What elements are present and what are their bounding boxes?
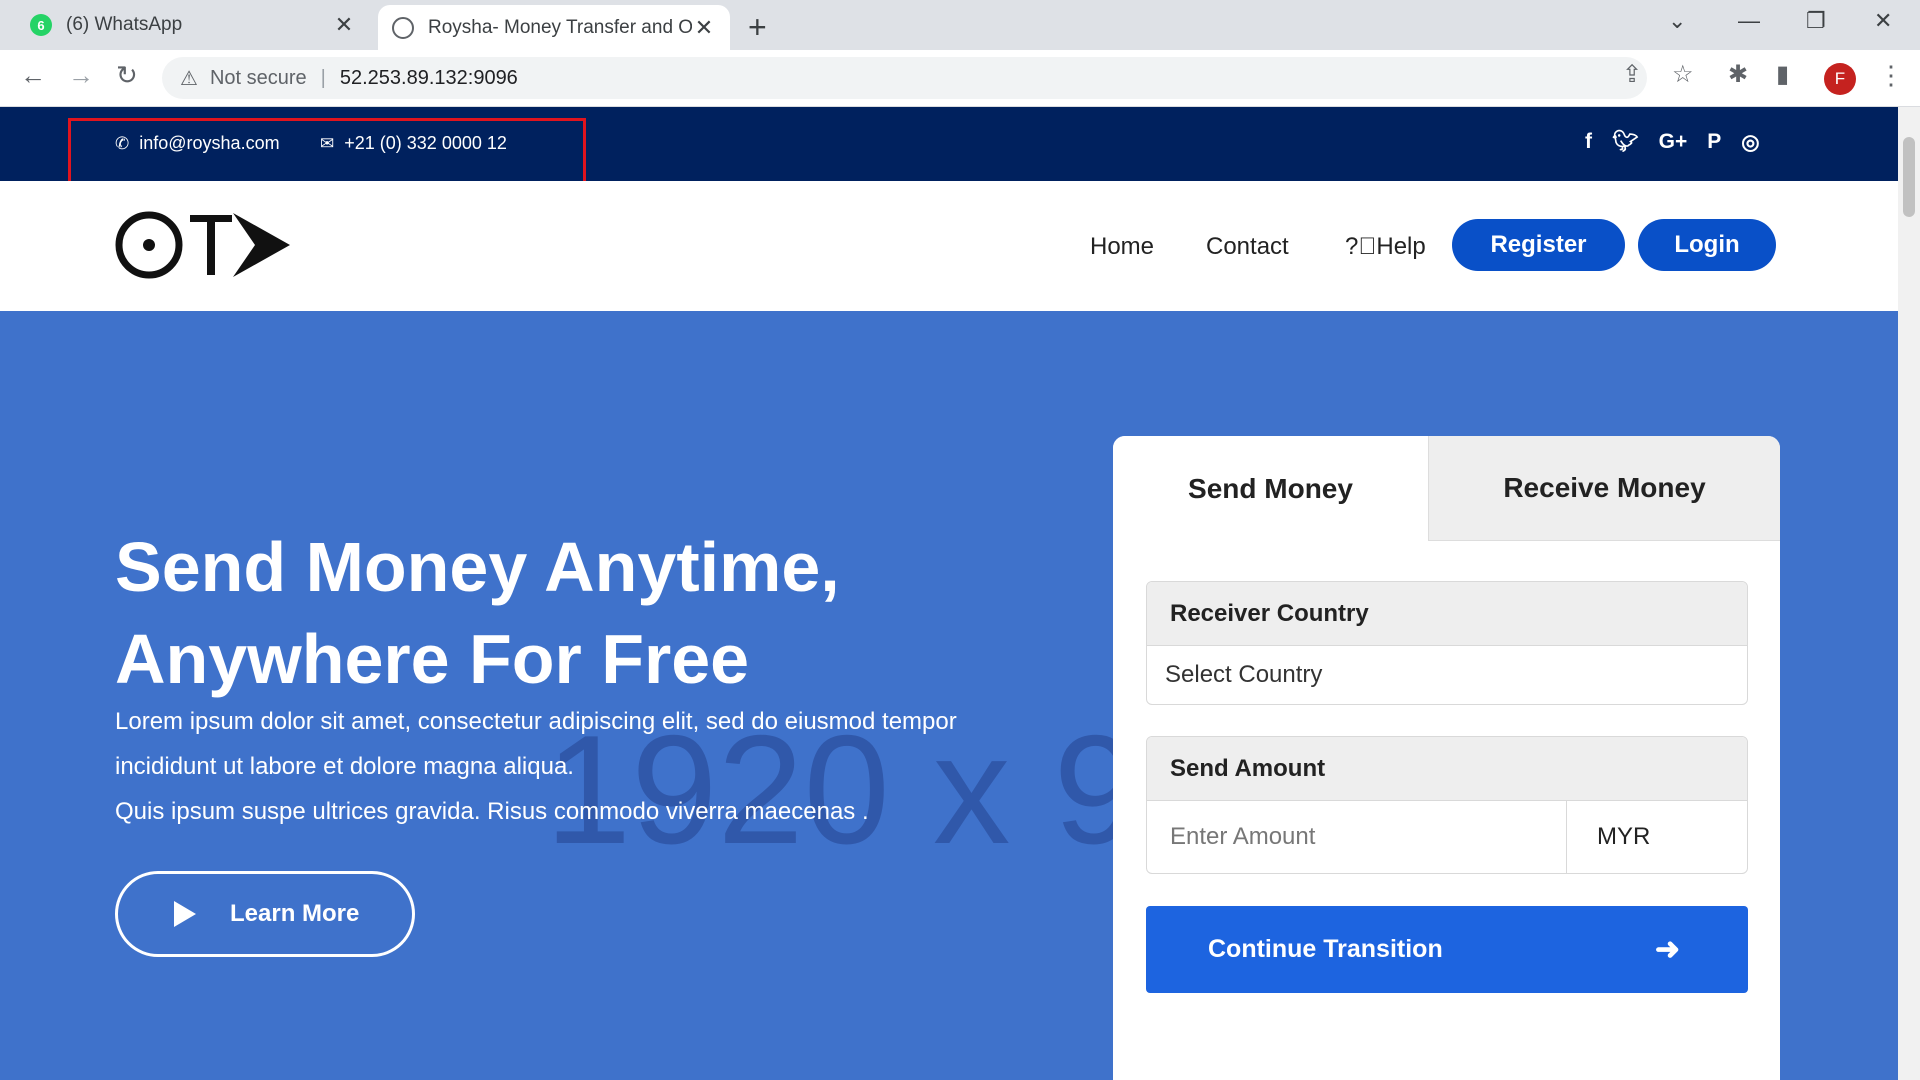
browser-tabbar: 6 (6) WhatsApp ✕ Roysha- Money Transfer … xyxy=(0,0,1920,50)
send-amount-field: Send Amount Enter Amount MYR xyxy=(1146,736,1748,874)
tab-receive-money[interactable]: Receive Money xyxy=(1428,436,1780,541)
login-button[interactable]: Login xyxy=(1638,219,1776,271)
tab-whatsapp[interactable]: 6 (6) WhatsApp ✕ xyxy=(10,0,370,50)
globe-icon xyxy=(392,16,414,39)
twitter-icon[interactable]: 🐦︎ xyxy=(1612,130,1639,155)
hero-text-line: incididunt ut labore et dolore magna ali… xyxy=(115,753,574,780)
send-amount-label: Send Amount xyxy=(1147,737,1747,801)
tab-roysha[interactable]: Roysha- Money Transfer and Onl ✕ xyxy=(378,5,730,50)
google-plus-icon[interactable]: G+ xyxy=(1659,130,1688,155)
social-links: f 🐦︎ G+ P ◎ xyxy=(1585,130,1760,155)
currency-select[interactable]: MYR xyxy=(1567,823,1747,851)
reload-icon[interactable]: ↻ xyxy=(116,60,138,91)
minimize-button[interactable]: — xyxy=(1738,8,1760,34)
hero-text-line: Quis ipsum suspe ultrices gravida. Risus… xyxy=(115,798,869,825)
nav-contact[interactable]: Contact xyxy=(1206,233,1289,261)
amount-input[interactable]: Enter Amount xyxy=(1147,801,1567,873)
divider: | xyxy=(320,66,326,89)
page-viewport: ✆ info@roysha.com ✉ +21 (0) 332 0000 12 … xyxy=(0,107,1898,1080)
phone-contact[interactable]: ✉ +21 (0) 332 0000 12 xyxy=(320,133,507,154)
back-icon[interactable]: ← xyxy=(20,60,46,91)
hero-title-line: Anywhere For Free xyxy=(115,620,750,698)
help-icon: ?⃝ xyxy=(1345,233,1377,260)
email-text: info@roysha.com xyxy=(139,133,280,153)
tab-title: Roysha- Money Transfer and Onl xyxy=(428,16,692,38)
forward-icon[interactable]: → xyxy=(68,60,94,91)
side-panel-icon[interactable]: ▮ xyxy=(1776,60,1789,89)
restore-button[interactable]: ❐ xyxy=(1806,8,1826,34)
tab-title: (6) WhatsApp xyxy=(66,14,183,35)
hero-title-line: Send Money Anytime, xyxy=(115,528,840,606)
envelope-icon: ✉ xyxy=(320,133,335,153)
learn-more-label: Learn More xyxy=(230,900,360,927)
share-icon[interactable]: ⇪ xyxy=(1622,60,1642,89)
receiver-country-label: Receiver Country xyxy=(1147,582,1747,646)
nav-home[interactable]: Home xyxy=(1090,233,1154,261)
extensions-icon[interactable]: ✱ xyxy=(1728,60,1748,89)
instagram-icon[interactable]: ◎ xyxy=(1741,130,1759,155)
learn-more-button[interactable]: Learn More xyxy=(115,871,415,957)
page-scrollbar[interactable] xyxy=(1898,107,1920,1080)
nav-help[interactable]: ?⃝Help xyxy=(1345,233,1426,261)
facebook-icon[interactable]: f xyxy=(1585,130,1592,155)
more-menu-icon[interactable]: ⋮ xyxy=(1878,60,1904,91)
phone-text: +21 (0) 332 0000 12 xyxy=(344,133,507,153)
receiver-country-field: Receiver Country Select Country xyxy=(1146,581,1748,705)
url-text: 52.253.89.132:9096 xyxy=(339,66,518,89)
transfer-card: Send Money Receive Money Receiver Countr… xyxy=(1113,436,1780,1080)
security-label: Not secure xyxy=(209,66,307,89)
whatsapp-icon: 6 xyxy=(30,14,52,36)
hero-text-line: Lorem ipsum dolor sit amet, consectetur … xyxy=(115,708,957,735)
hero-section: 1920 x 9 Send Money Anytime, Anywhere Fo… xyxy=(0,311,1898,1080)
nav-help-label: Help xyxy=(1376,233,1426,260)
tab-send-money[interactable]: Send Money xyxy=(1113,436,1428,541)
bookmark-star-icon[interactable]: ☆ xyxy=(1672,60,1694,89)
new-tab-button[interactable]: + xyxy=(748,9,767,46)
arrow-right-icon: ➜ xyxy=(1654,933,1680,966)
profile-avatar[interactable]: F xyxy=(1824,63,1856,95)
logo[interactable] xyxy=(115,209,295,281)
close-tab-icon[interactable]: ✕ xyxy=(332,12,356,38)
phone-icon: ✆ xyxy=(115,133,130,153)
amount-row: Enter Amount MYR xyxy=(1147,801,1747,873)
address-bar[interactable]: ⚠ Not secure | 52.253.89.132:9096 xyxy=(162,57,1647,99)
close-window-button[interactable]: ✕ xyxy=(1874,8,1892,34)
country-select[interactable]: Select Country xyxy=(1147,646,1747,704)
browser-toolbar: ← → ↻ ⚠ Not secure | 52.253.89.132:9096 … xyxy=(0,50,1920,107)
contact-topbar: ✆ info@roysha.com ✉ +21 (0) 332 0000 12 … xyxy=(0,107,1898,188)
pinterest-icon[interactable]: P xyxy=(1707,130,1721,155)
hero-description: Lorem ipsum dolor sit amet, consectetur … xyxy=(115,699,1035,834)
site-header: Home Contact ?⃝Help Register Login xyxy=(0,181,1898,311)
tab-search-icon[interactable]: ⌄ xyxy=(1668,8,1686,34)
continue-label: Continue Transition xyxy=(1208,935,1443,963)
register-button[interactable]: Register xyxy=(1452,219,1625,271)
hero-title: Send Money Anytime, Anywhere For Free xyxy=(115,521,1015,705)
email-contact[interactable]: ✆ info@roysha.com xyxy=(115,133,280,154)
play-icon xyxy=(174,901,196,927)
continue-button[interactable]: Continue Transition ➜ xyxy=(1146,906,1748,993)
warning-icon: ⚠ xyxy=(180,67,198,90)
close-tab-icon[interactable]: ✕ xyxy=(692,15,716,41)
scrollbar-thumb[interactable] xyxy=(1903,137,1915,217)
